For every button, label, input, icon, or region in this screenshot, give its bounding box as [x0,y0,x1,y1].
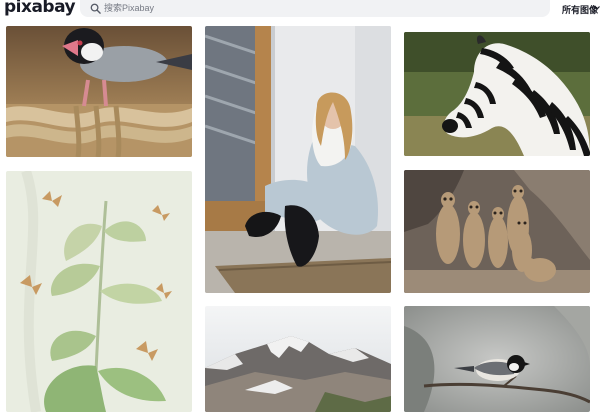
top-bar: pixabay 所有图像 [0,0,600,20]
image-zebra[interactable] [404,32,590,156]
image-butterfly-illustration[interactable] [6,171,192,412]
image-woman-sitting[interactable] [205,26,391,293]
image-bird-on-branch[interactable] [404,306,590,412]
media-type-filter[interactable]: 所有图像 [562,3,598,16]
image-snowy-mountains[interactable] [205,306,391,412]
image-meerkats[interactable] [404,170,590,293]
search-icon[interactable] [90,3,101,14]
search-bar[interactable] [80,0,550,17]
search-input[interactable] [104,1,404,15]
image-bird-on-rope[interactable] [6,26,192,157]
pixabay-logo[interactable]: pixabay [4,0,76,17]
chevron-down-icon[interactable] [594,6,600,10]
